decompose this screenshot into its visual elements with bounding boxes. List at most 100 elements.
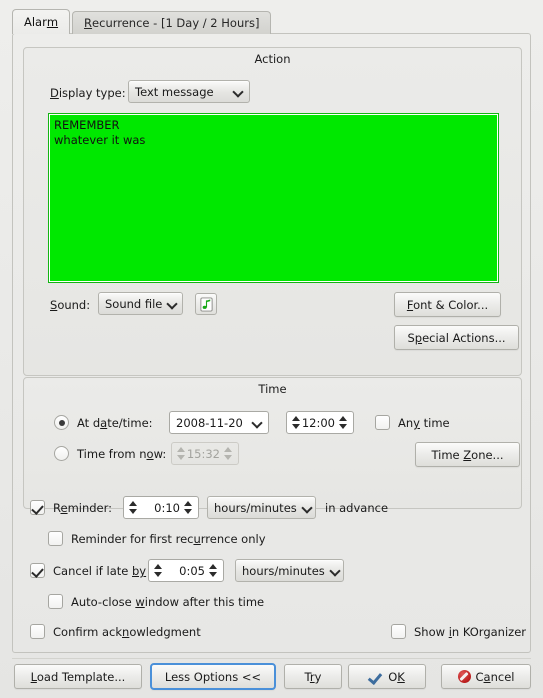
music-note-file-icon bbox=[199, 296, 213, 312]
ok-button[interactable]: OK bbox=[348, 664, 426, 689]
show-in-korganizer-checkbox[interactable] bbox=[391, 624, 406, 639]
special-actions-post: ecial Actions... bbox=[422, 330, 506, 345]
at-time-value: 12:00 bbox=[301, 415, 335, 430]
tab-alarm-label-pre: Alar bbox=[24, 15, 47, 29]
tab-alarm-label-accel: m bbox=[46, 15, 59, 29]
display-type-label-accel: D bbox=[50, 86, 59, 100]
sound-type-value: Sound file bbox=[105, 296, 163, 311]
cancel-if-late-value: 0:05 bbox=[179, 563, 205, 578]
spinner-arrows-right-icon[interactable] bbox=[209, 563, 218, 578]
tab-alarm[interactable]: Alar m bbox=[12, 9, 71, 34]
chevron-down-icon bbox=[303, 503, 312, 512]
reminder-unit-combo[interactable]: hours/minutes bbox=[207, 496, 316, 519]
time-group-title: Time bbox=[258, 382, 287, 396]
spinner-arrows-left-icon[interactable] bbox=[154, 563, 163, 578]
dialog-button-bar: Load Template... Less Options << Try OK … bbox=[0, 658, 543, 698]
cancel-button[interactable]: Cancel bbox=[441, 664, 531, 689]
cancel-if-late-checkbox[interactable] bbox=[30, 563, 45, 578]
time-zone-button[interactable]: Time Zone... bbox=[415, 442, 520, 467]
cancel-if-late-pre: Cancel if late bbox=[53, 564, 132, 578]
reminder-first-recurrence-checkbox[interactable] bbox=[48, 531, 63, 546]
chevron-down-icon bbox=[253, 418, 262, 427]
time-from-now-value: 15:32 bbox=[186, 446, 220, 461]
reminder-suffix-label: in advance bbox=[325, 501, 389, 515]
message-line-1: REMEMBER bbox=[54, 118, 120, 132]
reminder-checkbox[interactable] bbox=[30, 500, 45, 515]
at-date-value: 2008-11-20 bbox=[176, 415, 243, 430]
auto-close-label: Auto-close window after this time bbox=[71, 595, 264, 609]
button-bar-separator bbox=[12, 658, 531, 659]
tab-recurrence-label-accel: R bbox=[84, 16, 93, 30]
reminder-value: 0:10 bbox=[154, 500, 180, 515]
auto-close-post: indow after this time bbox=[144, 595, 265, 609]
at-datetime-label-pre: At d bbox=[77, 416, 101, 430]
time-from-now-label-accel: o bbox=[146, 447, 154, 461]
cancel-pre: C bbox=[475, 669, 484, 684]
auto-close-pre: Auto-close bbox=[71, 595, 136, 609]
time-zone-post: one... bbox=[471, 447, 504, 462]
cancel-icon bbox=[457, 670, 471, 683]
time-zone-pre: Time bbox=[431, 447, 464, 462]
reminder-spinner[interactable]: 0:10 bbox=[123, 496, 199, 519]
time-from-now-radio[interactable] bbox=[54, 446, 69, 461]
tab-recurrence[interactable]: Recurrence - [1 Day / 2 Hours] bbox=[72, 11, 272, 34]
check-icon bbox=[369, 671, 383, 683]
cancel-post: ncel bbox=[490, 669, 515, 684]
any-time-label-accel: y bbox=[413, 416, 420, 430]
sound-label-post: ound: bbox=[57, 298, 91, 312]
at-date-combo[interactable]: 2008-11-20 bbox=[169, 411, 269, 434]
load-template-button[interactable]: Load Template... bbox=[14, 664, 142, 689]
tab-bar: Alar m Recurrence - [1 Day / 2 Hours] bbox=[12, 9, 273, 34]
time-from-now-spinner: 15:32 bbox=[171, 442, 239, 465]
chevron-down-icon bbox=[168, 299, 177, 308]
cancel-if-late-unit-value: hours/minutes bbox=[242, 563, 325, 578]
auto-close-checkbox[interactable] bbox=[48, 594, 63, 609]
time-from-now-label-post: w: bbox=[153, 447, 167, 461]
message-text-editor[interactable]: REMEMBER whatever it was bbox=[48, 113, 499, 283]
chevron-down-icon bbox=[331, 566, 340, 575]
alarm-tab-page: Action Display type: Text message REMEMB… bbox=[12, 33, 531, 653]
less-options-button[interactable]: Less Options << bbox=[150, 663, 276, 690]
spinner-arrows-left-icon[interactable] bbox=[129, 500, 138, 515]
font-color-button[interactable]: Font & Color... bbox=[394, 292, 501, 317]
reminder-unit-value: hours/minutes bbox=[214, 500, 297, 515]
reminder-label-post: minder: bbox=[67, 501, 113, 515]
auto-close-accel: w bbox=[135, 595, 145, 609]
time-group: Time At date/time: 2008-11-20 12:00 Any … bbox=[23, 377, 522, 509]
try-button[interactable]: Try bbox=[284, 664, 342, 689]
cancel-if-late-spinner[interactable]: 0:05 bbox=[148, 559, 224, 582]
spinner-arrows-right-icon[interactable] bbox=[184, 500, 193, 515]
show-in-korganizer-label: Show in KOrganizer bbox=[414, 625, 526, 639]
time-zone-accel: Z bbox=[463, 447, 472, 462]
special-actions-button[interactable]: Special Actions... bbox=[394, 325, 519, 350]
at-datetime-label-post: te/time: bbox=[107, 416, 153, 430]
spinner-arrows-right-icon bbox=[224, 446, 233, 461]
reminder-label-accel: e bbox=[60, 501, 68, 515]
confirm-ack-pre: Confirm ack bbox=[53, 625, 123, 639]
confirm-acknowledgment-checkbox[interactable] bbox=[30, 624, 45, 639]
any-time-label: Any time bbox=[398, 416, 450, 430]
reminder-first-pre: Reminder for first rec bbox=[71, 532, 194, 546]
show-korganizer-post: n KOrganizer bbox=[451, 625, 526, 639]
cancel-if-late-label: Cancel if late by bbox=[53, 564, 146, 578]
sound-type-combo[interactable]: Sound file bbox=[98, 292, 183, 315]
any-time-label-pre: An bbox=[398, 416, 414, 430]
spinner-arrows-left-icon[interactable] bbox=[292, 415, 301, 430]
at-time-spinner[interactable]: 12:00 bbox=[286, 411, 354, 434]
confirm-acknowledgment-label: Confirm acknowledgment bbox=[53, 625, 201, 639]
tab-recurrence-label-post: ecurrence - [1 Day / 2 Hours] bbox=[92, 16, 260, 30]
display-type-label: Display type: bbox=[50, 86, 126, 100]
spinner-arrows-right-icon[interactable] bbox=[339, 415, 348, 430]
display-type-combo[interactable]: Text message bbox=[128, 80, 250, 103]
chevron-down-icon bbox=[234, 87, 243, 96]
reminder-first-accel: u bbox=[193, 532, 201, 546]
any-time-checkbox[interactable] bbox=[375, 415, 390, 430]
cancel-if-late-unit-combo[interactable]: hours/minutes bbox=[235, 559, 344, 582]
at-datetime-radio[interactable] bbox=[54, 415, 69, 430]
display-type-label-post: isplay type: bbox=[58, 86, 126, 100]
kalarm-edit-alarm-dialog: Alar m Recurrence - [1 Day / 2 Hours] Act… bbox=[0, 0, 543, 698]
time-from-now-label-pre: Time from n bbox=[77, 447, 147, 461]
cancel-accel: a bbox=[483, 669, 491, 684]
sound-settings-button[interactable] bbox=[195, 293, 217, 315]
special-actions-pre: S bbox=[407, 330, 415, 345]
